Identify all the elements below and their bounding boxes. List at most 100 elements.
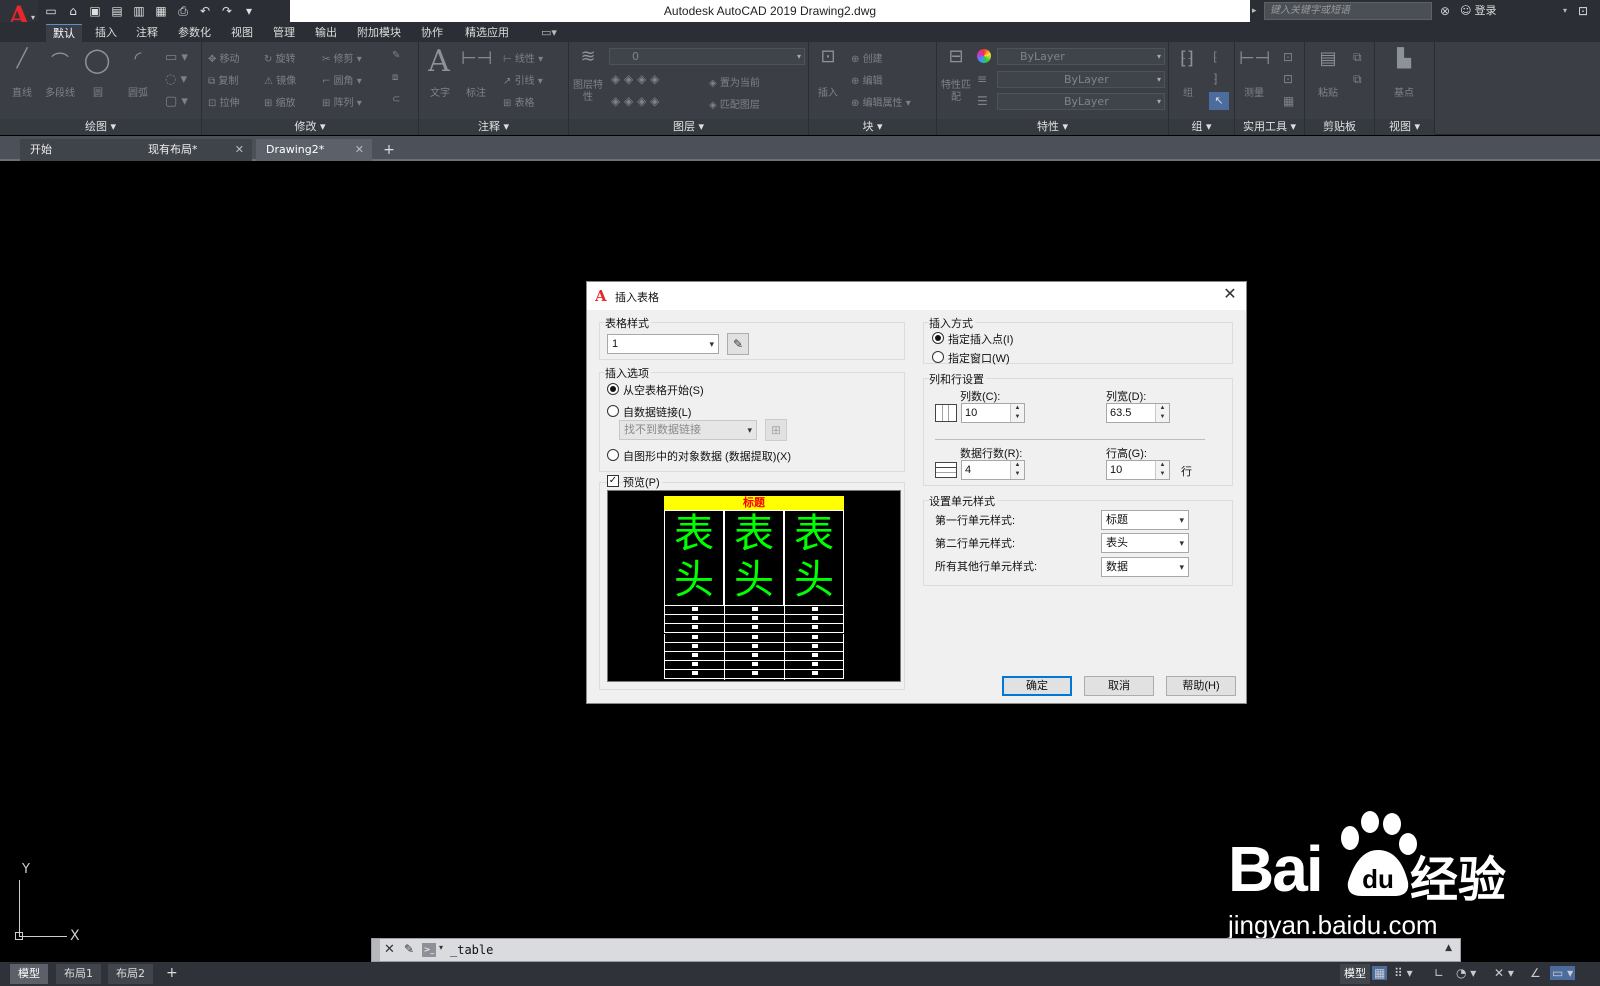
first-row-style-select[interactable]: 标题 ▾ [1101, 510, 1189, 530]
layer-dropdown[interactable]: 0 ▾ [609, 48, 805, 65]
rotate-tool[interactable]: ↻ 旋转 [264, 50, 296, 65]
layout-tab-layout1[interactable]: 布局1 [56, 964, 101, 984]
group-clipboard-label[interactable]: 剪贴板 [1305, 119, 1374, 135]
chevron-down-icon[interactable]: ▾ [439, 943, 443, 952]
dimension-icon[interactable]: ⊢⊣ [461, 48, 492, 69]
columns-input[interactable]: 10 ▲ ▼ [961, 403, 1025, 423]
group-draw-label[interactable]: 绘图 ▾ [0, 119, 201, 135]
group-group-label[interactable]: 组 ▾ [1169, 119, 1234, 135]
line-icon[interactable]: ╱ [8, 48, 36, 69]
base-view-icon[interactable]: ▙ [1389, 48, 1419, 69]
ortho-icon[interactable]: ∟ [1434, 966, 1444, 980]
group-layer-label[interactable]: 图层 ▾ [569, 119, 808, 135]
close-icon[interactable]: ✕ [1220, 285, 1240, 305]
tab-collaborate[interactable]: 协作 [414, 24, 450, 42]
copy-clip-icon[interactable]: ⧉ [1353, 50, 1362, 65]
new-icon[interactable]: ▭ [42, 3, 60, 20]
radio-insertion-point[interactable] [932, 332, 944, 344]
group-icon[interactable]: ⁅⁆ [1173, 48, 1201, 69]
color-wheel-icon[interactable] [977, 49, 991, 63]
osnap-icon[interactable]: ✕ ▾ [1494, 966, 1514, 980]
close-icon[interactable]: ✕ [235, 139, 244, 161]
command-prompt-icon[interactable]: >_ [422, 943, 436, 957]
calculator-icon[interactable]: ▦ [1283, 94, 1294, 108]
group-edit-icon[interactable]: ⁆ [1213, 72, 1218, 86]
tab-parametric[interactable]: 参数化 [171, 24, 218, 42]
paste-icon[interactable]: ▤ [1313, 48, 1343, 69]
hatch-icon[interactable]: ◌ ▾ [165, 72, 187, 87]
chevron-up-icon[interactable]: ▲ [1445, 943, 1452, 953]
save-icon[interactable]: ▣ [86, 3, 104, 20]
set-current-tool[interactable]: ◈ 置为当前 [709, 74, 760, 89]
linear-tool[interactable]: ⊢ 线性 ▾ [503, 50, 543, 65]
spin-up-icon[interactable]: ▲ [1010, 404, 1024, 413]
group-modify-label[interactable]: 修改 ▾ [202, 119, 418, 135]
cancel-button[interactable]: 取消 [1084, 676, 1154, 696]
tab-featured-apps[interactable]: 精选应用 [458, 24, 516, 42]
circle-icon[interactable]: ◯ [82, 46, 112, 74]
plot-icon[interactable]: ▦ [152, 3, 170, 20]
login-button[interactable]: ☺ 登录 [1460, 2, 1496, 20]
help-button[interactable]: 帮助(H) [1166, 676, 1236, 696]
spin-down-icon[interactable]: ▼ [1155, 413, 1169, 422]
offset-icon[interactable]: ⊂ [392, 94, 400, 105]
redo-icon[interactable]: ↷ [218, 3, 236, 20]
table-style-select[interactable]: 1 ▾ [607, 334, 719, 354]
scale-tool[interactable]: ⊞ 缩放 [264, 94, 296, 109]
group-block-label[interactable]: 块 ▾ [809, 119, 936, 135]
ungroup-icon[interactable]: ⁅ [1213, 50, 1218, 64]
cut-clip-icon[interactable]: ⧉ [1353, 72, 1362, 87]
group-annotation-label[interactable]: 注释 ▾ [419, 119, 568, 135]
tab-default[interactable]: 默认 [46, 24, 82, 42]
spin-down-icon[interactable]: ▼ [1155, 470, 1169, 479]
table-style-launcher-button[interactable]: ✎ [727, 333, 749, 355]
group-utilities-label[interactable]: 实用工具 ▾ [1235, 119, 1304, 135]
snap-icon[interactable]: ⠿ ▾ [1394, 966, 1413, 980]
command-line-grip[interactable] [372, 939, 380, 961]
color-dropdown[interactable]: ByLayer ▾ [997, 48, 1165, 65]
lineweight-dropdown[interactable]: ByLayer ▾ [997, 93, 1165, 110]
new-tab-plus-icon[interactable]: + [380, 142, 398, 158]
binoculars-icon[interactable]: ⊗ [1440, 2, 1456, 20]
insert-block-icon[interactable]: ⊡ [813, 46, 843, 67]
layer-tools-row2-icon[interactable]: ◈ ◈ ◈ ◈ [611, 94, 659, 108]
angle-icon[interactable]: ∠ [1530, 966, 1541, 980]
boundary-icon[interactable]: ▢ ▾ [165, 94, 188, 109]
second-row-style-select[interactable]: 表头 ▾ [1101, 533, 1189, 553]
other-rows-style-select[interactable]: 数据 ▾ [1101, 557, 1189, 577]
close-icon[interactable]: ✕ [355, 139, 364, 161]
row-height-input[interactable]: 10 ▲ ▼ [1106, 460, 1170, 480]
search-expand-icon[interactable]: ▸ [1252, 2, 1262, 20]
layer-tools-row1-icon[interactable]: ◈ ◈ ◈ ◈ [611, 72, 659, 86]
tab-addins[interactable]: 附加模块 [350, 24, 408, 42]
spin-up-icon[interactable]: ▲ [1010, 461, 1024, 470]
spin-up-icon[interactable]: ▲ [1155, 404, 1169, 413]
doc-tab-drawing2[interactable]: Drawing2* ✕ [256, 139, 372, 161]
trim-tool[interactable]: ✂ 修剪 ▾ [322, 50, 362, 65]
group-properties-label[interactable]: 特性 ▾ [937, 119, 1168, 135]
erase-icon[interactable]: ✎ [392, 50, 400, 61]
array-tool[interactable]: ⊞ 阵列 ▾ [322, 94, 362, 109]
rectangle-icon[interactable]: ▭ ▾ [165, 50, 188, 65]
spin-up-icon[interactable]: ▲ [1155, 461, 1169, 470]
radio-from-empty[interactable] [607, 383, 619, 395]
doc-tab-existing-layout[interactable]: 现有布局* ✕ [138, 139, 252, 161]
match-properties-icon[interactable]: ⊟ [941, 46, 971, 67]
preview-checkbox[interactable]: ✓ [607, 475, 619, 487]
edit-block-tool[interactable]: ⊕ 编辑 [851, 72, 883, 87]
chevron-down-icon[interactable]: ▾ [1563, 2, 1567, 20]
measure-icon[interactable]: ⊢⊣ [1239, 48, 1270, 69]
copy-tool[interactable]: ⧉ 复制 [208, 72, 238, 87]
radio-from-data-link[interactable] [607, 405, 619, 417]
edit-attributes-tool[interactable]: ⊕ 编辑属性 ▾ [851, 94, 911, 109]
saveas-icon[interactable]: ▤ [108, 3, 126, 20]
layer-properties-icon[interactable]: ≋ [573, 46, 603, 67]
tab-output[interactable]: 输出 [308, 24, 344, 42]
group-select-icon[interactable]: ↖ [1209, 92, 1229, 110]
tab-annotate[interactable]: 注释 [129, 24, 165, 42]
grid-icon[interactable]: ▦ [1372, 966, 1388, 980]
leader-tool[interactable]: ↗ 引线 ▾ [503, 72, 543, 87]
match-layer-tool[interactable]: ◈ 匹配图层 [709, 96, 760, 111]
layout-tab-model[interactable]: 模型 [10, 964, 48, 984]
tab-manage[interactable]: 管理 [266, 24, 302, 42]
